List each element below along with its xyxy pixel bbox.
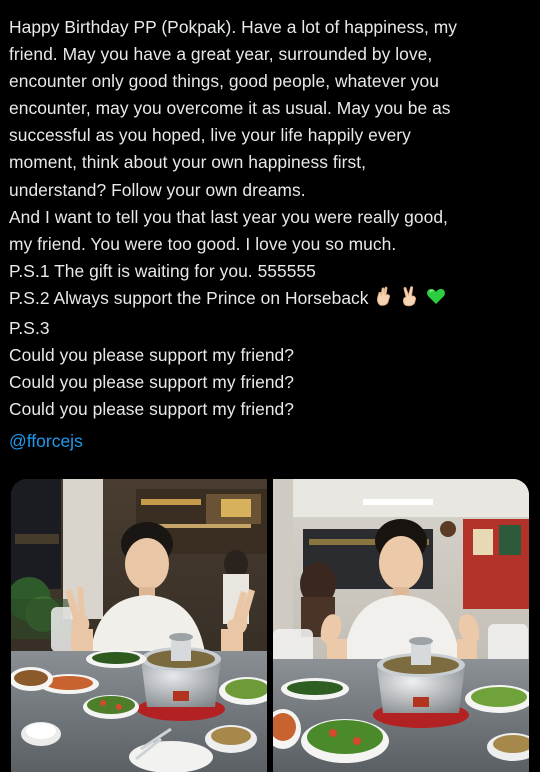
tweet-line: moment, think about your own happiness f… [9, 152, 367, 173]
user-mention-link[interactable]: @fforcejs [9, 431, 83, 451]
tweet-line: encounter, may you overcome it as usual.… [9, 98, 451, 119]
crossed-fingers-emoji [373, 285, 395, 315]
tweet-body: Happy Birthday PP (Pokpak). Have a lot o… [9, 14, 531, 456]
green-heart-emoji [425, 285, 447, 315]
tweet-line: encounter only good things, good people,… [9, 71, 439, 92]
photo-left[interactable] [11, 479, 267, 772]
tweet-line: Could you please support my friend? [9, 372, 294, 393]
tweet-line: P.S.1 The gift is waiting for you. 55555… [9, 260, 316, 281]
mention-line: @fforcejs [9, 428, 531, 455]
media-grid [11, 479, 529, 772]
tweet-line: successful as you hoped, live your life … [9, 125, 411, 146]
tweet-line: And I want to tell you that last year yo… [9, 206, 448, 227]
tweet-line: my friend. You were too good. I love you… [9, 233, 397, 254]
tweet-line: Happy Birthday PP (Pokpak). Have a lot o… [9, 17, 458, 37]
tweet-line: Could you please support my friend? [9, 399, 294, 420]
tweet-line-ps2-text: P.S.2 Always support the Prince on Horse… [9, 287, 369, 308]
tweet-line-ps2: P.S.2 Always support the Prince on Horse… [9, 285, 531, 315]
photo-right[interactable] [273, 479, 529, 772]
tweet-line: Could you please support my friend? [9, 345, 294, 366]
tweet-line: P.S.3 [9, 318, 50, 339]
photo-right-image [273, 479, 529, 772]
tweet-line: understand? Follow your own dreams. [9, 179, 306, 200]
tweet-line: friend. May you have a great year, surro… [9, 44, 433, 65]
photo-left-image [11, 479, 267, 772]
victory-hand-emoji [399, 285, 421, 315]
